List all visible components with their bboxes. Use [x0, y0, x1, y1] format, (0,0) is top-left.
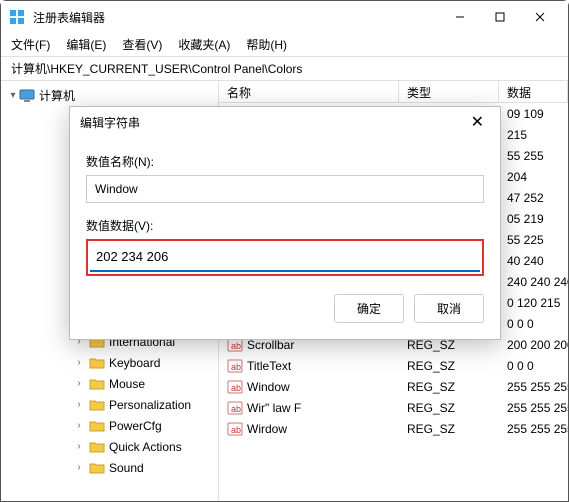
expand-icon[interactable]: › — [73, 357, 85, 368]
cancel-button[interactable]: 取消 — [414, 294, 484, 323]
tree-item[interactable]: › Personalization — [1, 394, 218, 415]
ok-button[interactable]: 确定 — [334, 294, 404, 323]
cell-type: REG_SZ — [399, 380, 499, 394]
cell-data: 204 — [499, 170, 568, 184]
tree-item[interactable]: › PowerCfg — [1, 415, 218, 436]
tree-item-label: Personalization — [109, 398, 191, 412]
list-row[interactable]: abWirdowREG_SZ255 255 255 — [219, 418, 568, 439]
cell-data: 55 255 — [499, 149, 568, 163]
dialog-titlebar: 编辑字符串 ✕ — [70, 107, 500, 137]
close-button[interactable] — [520, 3, 560, 31]
cell-data: 200 200 200 — [499, 338, 568, 352]
cell-data: 255 255 255 — [499, 380, 568, 394]
dialog-title-text: 编辑字符串 — [80, 114, 465, 131]
svg-text:ab: ab — [231, 404, 241, 414]
list-row[interactable]: abWindowREG_SZ255 255 255 — [219, 376, 568, 397]
cell-data: 55 225 — [499, 233, 568, 247]
cell-data: 09 109 — [499, 107, 568, 121]
tree-item-label: Quick Actions — [109, 440, 182, 454]
cell-data: 240 240 240 — [499, 275, 568, 289]
value-name-field[interactable]: Window — [86, 175, 484, 203]
cell-data: 255 255 255 — [499, 401, 568, 415]
col-type[interactable]: 类型 — [399, 81, 499, 102]
folder-icon — [89, 419, 105, 433]
list-header: 名称 类型 数据 — [219, 81, 568, 103]
tree-item-label: Sound — [109, 461, 144, 475]
value-data-highlight — [86, 239, 484, 276]
svg-text:ab: ab — [231, 383, 241, 393]
string-value-icon: ab — [227, 421, 243, 437]
menu-fav[interactable]: 收藏夹(A) — [178, 36, 230, 53]
cell-data: 0 120 215 — [499, 296, 568, 310]
cell-name: abWirdow — [219, 421, 399, 437]
expand-icon[interactable]: › — [73, 378, 85, 389]
menu-view[interactable]: 查看(V) — [122, 36, 162, 53]
value-data-input[interactable] — [90, 243, 480, 272]
cell-name: abTitleText — [219, 358, 399, 374]
expand-icon[interactable]: › — [73, 462, 85, 473]
collapse-icon[interactable]: ▾ — [7, 90, 19, 101]
string-value-icon: ab — [227, 358, 243, 374]
window-controls — [440, 3, 560, 31]
string-value-icon: ab — [227, 400, 243, 416]
tree-item-label: Mouse — [109, 377, 145, 391]
folder-icon — [89, 356, 105, 370]
cell-type: REG_SZ — [399, 422, 499, 436]
titlebar: 注册表编辑器 — [1, 1, 568, 33]
menubar: 文件(F) 编辑(E) 查看(V) 收藏夹(A) 帮助(H) — [1, 33, 568, 57]
edit-string-dialog: 编辑字符串 ✕ 数值名称(N): Window 数值数据(V): 确定 取消 — [69, 106, 501, 340]
cell-data: 255 255 255 — [499, 422, 568, 436]
string-value-icon: ab — [227, 379, 243, 395]
cell-data: 215 — [499, 128, 568, 142]
tree-item[interactable]: › Keyboard — [1, 352, 218, 373]
folder-icon — [89, 377, 105, 391]
cell-name: abWir" law F — [219, 400, 399, 416]
cell-data: 05 219 — [499, 212, 568, 226]
tree-item[interactable]: › Mouse — [1, 373, 218, 394]
cell-name: abWindow — [219, 379, 399, 395]
maximize-button[interactable] — [480, 3, 520, 31]
address-text: 计算机\HKEY_CURRENT_USER\Control Panel\Colo… — [11, 60, 302, 77]
expand-icon[interactable]: › — [73, 441, 85, 452]
menu-file[interactable]: 文件(F) — [11, 36, 50, 53]
col-name[interactable]: 名称 — [219, 81, 399, 102]
list-row[interactable]: abTitleTextREG_SZ0 0 0 — [219, 355, 568, 376]
regedit-icon — [9, 9, 25, 25]
tree-root[interactable]: ▾ 计算机 — [1, 85, 218, 106]
list-row[interactable]: abWir" law FREG_SZ255 255 255 — [219, 397, 568, 418]
value-name-label: 数值名称(N): — [86, 153, 484, 170]
folder-icon — [89, 398, 105, 412]
dialog-close-button[interactable]: ✕ — [465, 110, 490, 134]
svg-text:ab: ab — [231, 425, 241, 435]
folder-icon — [89, 440, 105, 454]
cell-data: 0 0 0 — [499, 317, 568, 331]
tree-root-label: 计算机 — [39, 87, 75, 104]
svg-text:ab: ab — [231, 362, 241, 372]
col-data[interactable]: 数据 — [499, 81, 568, 102]
computer-icon — [19, 89, 35, 103]
menu-edit[interactable]: 编辑(E) — [66, 36, 106, 53]
minimize-button[interactable] — [440, 3, 480, 31]
tree-item-label: PowerCfg — [109, 419, 162, 433]
window-title: 注册表编辑器 — [33, 9, 440, 26]
value-data-label: 数值数据(V): — [86, 217, 484, 234]
folder-icon — [89, 461, 105, 475]
tree-item[interactable]: › Sound — [1, 457, 218, 478]
address-bar[interactable]: 计算机\HKEY_CURRENT_USER\Control Panel\Colo… — [1, 57, 568, 81]
expand-icon[interactable]: › — [73, 420, 85, 431]
cell-type: REG_SZ — [399, 359, 499, 373]
expand-icon[interactable]: › — [73, 399, 85, 410]
tree-item-label: Keyboard — [109, 356, 160, 370]
cell-type: REG_SZ — [399, 401, 499, 415]
tree-item[interactable]: › Quick Actions — [1, 436, 218, 457]
cell-data: 40 240 — [499, 254, 568, 268]
svg-text:ab: ab — [231, 341, 241, 351]
menu-help[interactable]: 帮助(H) — [246, 36, 287, 53]
cell-data: 0 0 0 — [499, 359, 568, 373]
cell-data: 47 252 — [499, 191, 568, 205]
